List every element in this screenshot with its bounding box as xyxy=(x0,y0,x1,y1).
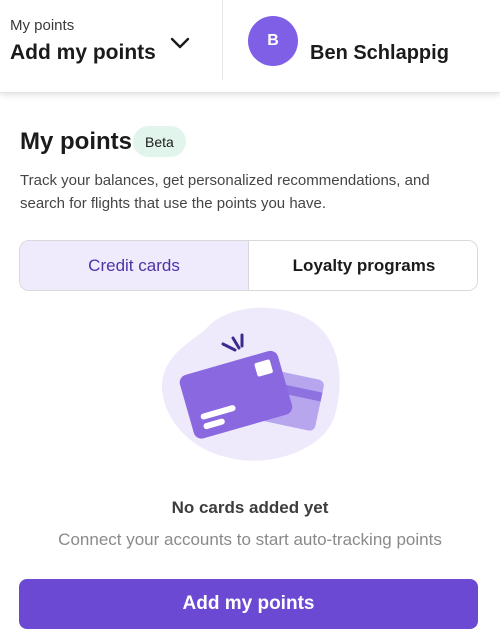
user-name: Ben Schlappig xyxy=(310,42,449,64)
tab-credit-cards[interactable]: Credit cards xyxy=(20,241,249,290)
tab-loyalty-programs[interactable]: Loyalty programs xyxy=(249,241,477,290)
user-account[interactable]: B Ben Schlappig xyxy=(223,0,500,93)
top-header: My points Add my points B Ben Schlappig xyxy=(0,0,500,93)
chevron-down-icon[interactable] xyxy=(169,33,191,53)
avatar[interactable]: B xyxy=(248,16,298,66)
points-selector-label: Add my points xyxy=(10,41,156,64)
beta-badge: Beta xyxy=(133,126,186,157)
points-selector-caption: My points xyxy=(10,17,75,34)
page-description: Track your balances, get personalized re… xyxy=(20,172,430,212)
page-title: My points xyxy=(20,128,132,155)
empty-state-subtitle: Connect your accounts to start auto-trac… xyxy=(58,530,442,549)
empty-state-title: No cards added yet xyxy=(171,498,329,517)
add-my-points-button[interactable]: Add my points xyxy=(19,579,478,629)
credit-cards-icon xyxy=(161,307,340,461)
points-selector[interactable]: My points Add my points xyxy=(0,0,222,93)
points-tabs: Credit cards Loyalty programs xyxy=(19,240,478,291)
